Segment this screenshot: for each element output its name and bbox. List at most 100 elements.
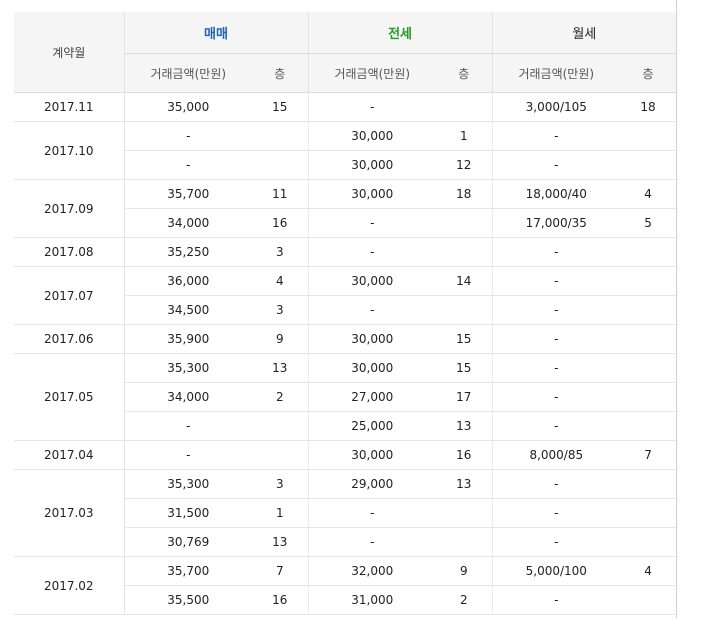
sale-floor-cell: 16 <box>252 208 309 238</box>
sale-price-cell: 35,250 <box>123 237 252 267</box>
wolse-floor-cell <box>620 353 677 383</box>
sale-floor-cell: 16 <box>252 585 309 615</box>
sale-floor-cell: 1 <box>252 498 309 528</box>
sale-floor-cell: 11 <box>252 179 309 209</box>
table-row: 2017.03 35,300 3 29,000 13- <box>14 469 677 557</box>
sale-floor-cell: 2 <box>252 382 309 412</box>
sale-floor-cell: 13 <box>252 527 309 557</box>
sale-price-cell: 35,300 <box>123 469 252 499</box>
table-body: 2017.11 35,000 15-3,000/105 18 2017.10-30,00… <box>14 92 677 615</box>
jeonse-price-cell: 30,000 <box>307 266 437 296</box>
wolse-floor-cell <box>620 382 677 412</box>
wolse-floor-cell: 18 <box>620 92 677 122</box>
wolse-floor-cell <box>620 585 677 615</box>
sale-price-cell: 35,700 <box>123 556 252 586</box>
sale-floor-cell <box>252 440 309 470</box>
wolse-price-cell: - <box>491 527 621 557</box>
jeonse-price-cell: 30,000 <box>307 179 437 209</box>
sale-price-cell: 35,300 <box>123 353 252 383</box>
jeonse-floor-cell: 15 <box>436 353 493 383</box>
month-cell: 2017.03 <box>14 469 125 557</box>
sale-price-cell: - <box>123 150 252 180</box>
jeonse-price-cell: 27,000 <box>307 382 437 412</box>
wolse-floor-cell <box>620 121 677 151</box>
wolse-price-cell: - <box>491 585 621 615</box>
wolse-price-cell: - <box>491 150 621 180</box>
sale-price-cell: 34,000 <box>123 382 252 412</box>
jeonse-floor-cell: 13 <box>436 469 493 499</box>
header-wolse-price: 거래금액(만원) <box>491 53 621 93</box>
sale-price-cell: 35,000 <box>123 92 252 122</box>
month-cell: 2017.02 <box>14 556 125 615</box>
wolse-price-cell: 17,000/35 <box>491 208 621 238</box>
sale-floor-cell <box>252 121 309 151</box>
jeonse-price-cell: 31,000 <box>307 585 437 615</box>
header-wolse-floor: 층 <box>620 53 677 93</box>
jeonse-price-cell: 30,000 <box>307 121 437 151</box>
wolse-price-cell: - <box>491 295 621 325</box>
wolse-floor-cell <box>620 150 677 180</box>
sale-floor-cell: 13 <box>252 353 309 383</box>
jeonse-floor-cell: 17 <box>436 382 493 412</box>
month-cell: 2017.11 <box>14 92 125 122</box>
wolse-price-cell: - <box>491 353 621 383</box>
jeonse-price-cell: 32,000 <box>307 556 437 586</box>
wolse-price-cell: 5,000/100 <box>491 556 621 586</box>
wolse-price-cell: - <box>491 324 621 354</box>
table-row: 2017.05 35,300 13 30,000 15- <box>14 353 677 441</box>
jeonse-floor-cell <box>436 208 493 238</box>
sale-floor-cell: 3 <box>252 237 309 267</box>
wolse-floor-cell <box>620 498 677 528</box>
header-sale-price: 거래금액(만원) <box>123 53 252 93</box>
jeonse-floor-cell <box>436 237 493 267</box>
month-cell: 2017.09 <box>14 179 125 238</box>
wolse-price-cell: - <box>491 121 621 151</box>
jeonse-floor-cell <box>436 295 493 325</box>
wolse-floor-cell <box>620 237 677 267</box>
wolse-price-cell: - <box>491 469 621 499</box>
wolse-floor-cell <box>620 469 677 499</box>
month-cell: 2017.04 <box>14 440 125 470</box>
jeonse-floor-cell: 16 <box>436 440 493 470</box>
wolse-price-cell: - <box>491 411 621 441</box>
transaction-table: 계약월 매매 전세 월세 거래금액(만원) 층 거래금액(만원) 층 거래금액(… <box>14 12 677 615</box>
table-row: 2017.07 36,000 4 30,000 14- <box>14 266 677 325</box>
wolse-price-cell: - <box>491 237 621 267</box>
wolse-floor-cell: 4 <box>620 179 677 209</box>
wolse-price-cell: - <box>491 266 621 296</box>
header-jeonse: 전세 <box>307 12 493 54</box>
page-right-border <box>676 0 677 618</box>
jeonse-price-cell: - <box>307 92 437 122</box>
wolse-floor-cell <box>620 411 677 441</box>
sale-price-cell: 34,500 <box>123 295 252 325</box>
table-row: 2017.10-30,000 1- <box>14 121 677 180</box>
jeonse-price-cell: 29,000 <box>307 469 437 499</box>
sale-price-cell: - <box>123 121 252 151</box>
wolse-floor-cell <box>620 295 677 325</box>
sale-price-cell: 31,500 <box>123 498 252 528</box>
sale-price-cell: - <box>123 411 252 441</box>
jeonse-price-cell: 30,000 <box>307 324 437 354</box>
wolse-price-cell: 8,000/85 <box>491 440 621 470</box>
wolse-floor-cell <box>620 266 677 296</box>
month-cell: 2017.10 <box>14 121 125 180</box>
jeonse-price-cell: - <box>307 498 437 528</box>
jeonse-price-cell: - <box>307 237 437 267</box>
jeonse-floor-cell: 2 <box>436 585 493 615</box>
wolse-price-cell: - <box>491 382 621 412</box>
sale-price-cell: 30,769 <box>123 527 252 557</box>
wolse-price-cell: 3,000/105 <box>491 92 621 122</box>
sale-floor-cell: 7 <box>252 556 309 586</box>
table-row: 2017.09 35,700 11 30,000 18 18,000/40 4 <box>14 179 677 238</box>
jeonse-price-cell: - <box>307 208 437 238</box>
header-jeonse-price: 거래금액(만원) <box>307 53 437 93</box>
sale-floor-cell: 3 <box>252 469 309 499</box>
table-header: 계약월 매매 전세 월세 거래금액(만원) 층 거래금액(만원) 층 거래금액(… <box>14 12 677 93</box>
jeonse-floor-cell <box>436 498 493 528</box>
jeonse-price-cell: 30,000 <box>307 440 437 470</box>
table-row: 2017.06 35,900 9 30,000 15- <box>14 324 677 354</box>
jeonse-floor-cell: 13 <box>436 411 493 441</box>
sale-price-cell: 35,900 <box>123 324 252 354</box>
month-cell: 2017.06 <box>14 324 125 354</box>
sale-floor-cell: 4 <box>252 266 309 296</box>
